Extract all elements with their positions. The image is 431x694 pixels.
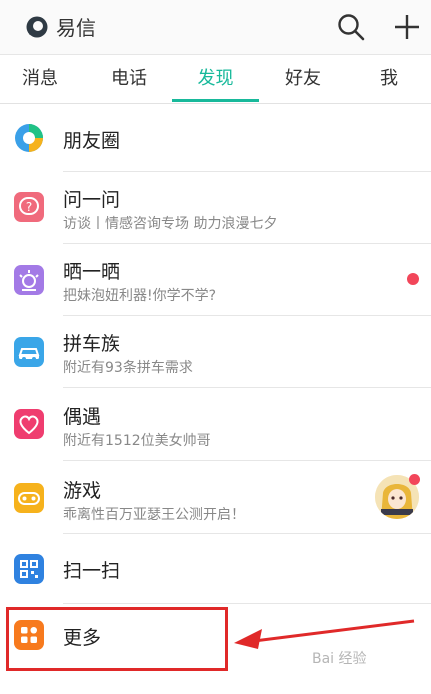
yixin-logo-icon xyxy=(26,16,48,38)
list-item-subtitle: 附近有1512位美女帅哥 xyxy=(63,433,211,449)
list-item-ask[interactable]: ? 问一问 访谈丨情感咨询专场 助力浪漫七夕 xyxy=(0,172,431,244)
top-bar: 易信 xyxy=(0,0,431,55)
list-item-subtitle: 访谈丨情感咨询专场 助力浪漫七夕 xyxy=(63,216,278,232)
red-dot-badge xyxy=(409,474,420,485)
highlight-box xyxy=(6,607,228,671)
question-icon: ? xyxy=(14,192,44,222)
watermark: Bai 经验 xyxy=(312,651,367,667)
list-item-moments[interactable]: 朋友圈 xyxy=(0,104,431,172)
tab-messages[interactable]: 消息 xyxy=(0,55,80,103)
list-item-subtitle: 把妹泡妞利器!你学不学? xyxy=(63,288,217,304)
qr-scan-icon xyxy=(14,554,44,584)
active-tab-indicator xyxy=(172,99,259,102)
app-title: 易信 xyxy=(56,16,96,40)
list-item-title: 朋友圈 xyxy=(63,130,121,152)
plus-icon[interactable] xyxy=(392,12,422,42)
list-item-title: 偶遇 xyxy=(63,406,102,428)
red-dot-badge xyxy=(407,273,419,285)
list-item-subtitle: 附近有93条拼车需求 xyxy=(63,360,193,376)
tab-me[interactable]: 我 xyxy=(347,55,431,103)
list-item-title: 拼车族 xyxy=(63,333,121,355)
tab-discover[interactable]: 发现 xyxy=(172,55,259,103)
red-arrow-annotation xyxy=(234,619,415,649)
tab-friends[interactable]: 好友 xyxy=(259,55,347,103)
list-item-game[interactable]: 游戏 乖离性百万亚瑟王公测开启！ xyxy=(0,461,431,534)
list-item-title: 晒一晒 xyxy=(63,261,121,283)
list-item-encounter[interactable]: 偶遇 附近有1512位美女帅哥 xyxy=(0,388,431,461)
game-icon xyxy=(14,483,44,513)
sun-icon xyxy=(14,265,44,295)
list-item-carpool[interactable]: 拼车族 附近有93条拼车需求 xyxy=(0,316,431,388)
list-item-title: 问一问 xyxy=(63,189,121,211)
friends-circle-icon xyxy=(15,124,43,152)
list-item-scan[interactable]: 扫一扫 xyxy=(0,534,431,604)
svg-text:?: ? xyxy=(26,200,32,214)
list-item-title: 扫一扫 xyxy=(63,560,121,582)
tab-bar: 消息 电话 发现 好友 我 xyxy=(0,55,431,104)
tab-calls[interactable]: 电话 xyxy=(86,55,172,103)
list-item-title: 游戏 xyxy=(63,480,102,502)
list-item-share[interactable]: 晒一晒 把妹泡妞利器!你学不学? xyxy=(0,244,431,316)
car-icon xyxy=(14,337,44,367)
search-icon[interactable] xyxy=(336,12,366,42)
list-item-subtitle: 乖离性百万亚瑟王公测开启！ xyxy=(63,507,245,523)
heart-icon xyxy=(14,409,44,439)
